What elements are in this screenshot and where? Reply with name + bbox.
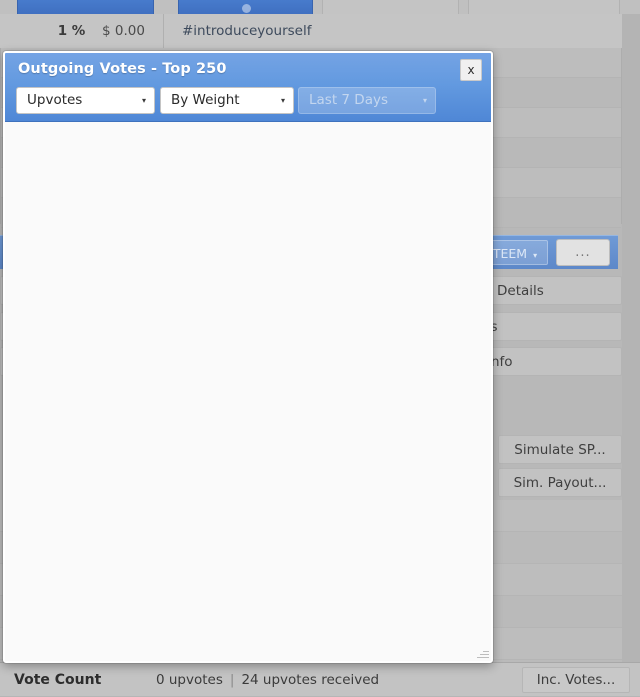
more-options-button[interactable]: ... (556, 239, 610, 266)
chevron-down-icon: ▾ (533, 251, 538, 260)
refresh-icon (241, 4, 251, 13)
chevron-down-icon: ▾ (280, 96, 285, 105)
dialog-content-area (5, 122, 491, 661)
sort-by-dropdown-label: By Weight (171, 92, 240, 108)
sort-by-dropdown[interactable]: By Weight ▾ (160, 87, 294, 114)
vote-percent-cell: 1 % $ 0.00 (14, 14, 164, 48)
dialog-title: Outgoing Votes - Top 250 (18, 61, 227, 77)
count-separator: | (229, 672, 235, 688)
vote-percent-value: 1 % (57, 23, 86, 39)
outgoing-votes-dialog: Outgoing Votes - Top 250 x Upvotes ▾ By … (3, 51, 493, 663)
status-bar-label: Vote Count (14, 672, 102, 688)
simulate-sp-button[interactable]: Simulate SP... (498, 435, 622, 464)
outgoing-upvotes-count: 0 upvotes (156, 672, 223, 688)
payout-amount-value: $ 0.00 (102, 23, 145, 39)
chevron-down-icon: ▾ (422, 96, 427, 105)
status-bar: Vote Count 0 upvotes | 24 upvotes received… (0, 662, 640, 696)
received-upvotes-count: 24 upvotes received (241, 672, 380, 688)
chevron-down-icon: ▾ (141, 96, 146, 105)
background-toolbar (0, 0, 640, 16)
status-bar-counts: 0 upvotes | 24 upvotes received (156, 663, 379, 697)
dialog-title-bar[interactable]: Outgoing Votes - Top 250 x Upvotes ▾ By … (5, 53, 491, 122)
close-icon[interactable]: x (460, 59, 482, 81)
time-period-dropdown: Last 7 Days ▾ (298, 87, 436, 114)
vote-type-dropdown-label: Upvotes (27, 92, 83, 108)
resize-grip-icon[interactable] (476, 646, 489, 659)
vote-type-dropdown[interactable]: Upvotes ▾ (16, 87, 155, 114)
post-summary-row[interactable]: 1 % $ 0.00 #introduceyourself (0, 14, 640, 49)
time-period-dropdown-label: Last 7 Days (309, 92, 388, 108)
incoming-votes-button[interactable]: Inc. Votes... (522, 667, 630, 693)
sim-payout-button[interactable]: Sim. Payout... (498, 468, 622, 497)
vertical-scrollbar-track[interactable] (622, 14, 640, 662)
post-tag-cell[interactable]: #introduceyourself (178, 14, 580, 48)
